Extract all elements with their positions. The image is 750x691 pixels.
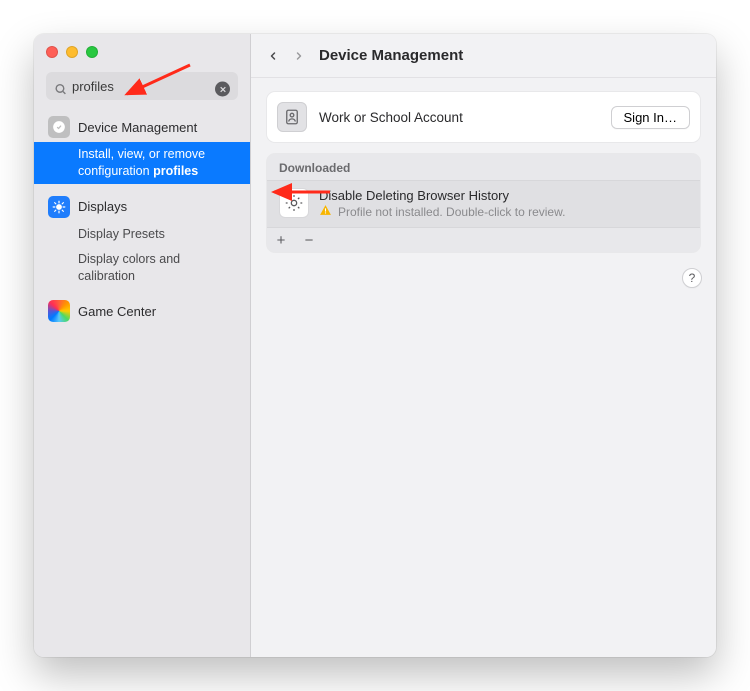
profile-action-bar: + −	[267, 227, 700, 252]
sidebar-subitem-display-colors[interactable]: Display colors and calibration	[34, 247, 250, 289]
window-controls	[34, 34, 250, 68]
game-center-icon	[48, 300, 70, 322]
titlebar: Device Management	[251, 34, 716, 78]
sidebar-subitem-display-presets[interactable]: Display Presets	[34, 222, 250, 247]
sidebar-item-device-management[interactable]: Device Management	[34, 112, 250, 142]
sidebar-subitem-profiles[interactable]: Install, view, or remove configuration p…	[34, 142, 250, 184]
back-button[interactable]	[267, 48, 279, 64]
clear-search-button[interactable]	[215, 82, 230, 97]
forward-button[interactable]	[293, 48, 305, 64]
profile-name: Disable Deleting Browser History	[319, 188, 565, 203]
help-button[interactable]: ?	[682, 268, 702, 288]
close-window-button[interactable]	[46, 46, 58, 58]
sidebar-item-label: Device Management	[78, 120, 197, 135]
sidebar-item-label: Displays	[78, 199, 127, 214]
settings-window: Device Management Install, view, or remo…	[34, 34, 716, 657]
content-area: Work or School Account Sign In… Download…	[251, 78, 716, 657]
downloaded-section: Downloaded Disable Deleting Browser Hist…	[267, 154, 700, 252]
profile-gear-icon	[279, 188, 309, 218]
warning-icon	[319, 204, 332, 220]
account-card: Work or School Account Sign In…	[267, 92, 700, 142]
zoom-window-button[interactable]	[86, 46, 98, 58]
sidebar-item-game-center[interactable]: Game Center	[34, 296, 250, 326]
sidebar-item-label: Game Center	[78, 304, 156, 319]
account-badge-icon	[277, 102, 307, 132]
sidebar-item-displays[interactable]: Displays	[34, 192, 250, 222]
downloaded-heading: Downloaded	[267, 154, 700, 180]
sign-in-button[interactable]: Sign In…	[611, 106, 690, 129]
search-icon	[54, 83, 67, 96]
minimize-window-button[interactable]	[66, 46, 78, 58]
page-title: Device Management	[319, 47, 463, 64]
displays-icon	[48, 196, 70, 218]
add-profile-button[interactable]: +	[267, 228, 295, 252]
sidebar-subitem-label: Install, view, or remove configuration p…	[78, 147, 205, 178]
sidebar: Device Management Install, view, or remo…	[34, 34, 251, 657]
account-title: Work or School Account	[319, 110, 463, 125]
profile-row[interactable]: Disable Deleting Browser History Profile…	[267, 180, 700, 227]
search-container	[34, 68, 250, 110]
profile-text: Disable Deleting Browser History Profile…	[319, 188, 565, 220]
profile-status-row: Profile not installed. Double-click to r…	[319, 204, 565, 220]
sidebar-subitem-label: Display Presets	[78, 227, 165, 241]
profile-status-text: Profile not installed. Double-click to r…	[338, 205, 565, 219]
device-management-icon	[48, 116, 70, 138]
search-input[interactable]	[46, 72, 238, 100]
sidebar-subitem-label: Display colors and calibration	[78, 252, 180, 283]
sidebar-nav: Device Management Install, view, or remo…	[34, 110, 250, 326]
main-content: Device Management Work or School Account…	[251, 34, 716, 657]
remove-profile-button[interactable]: −	[295, 228, 323, 252]
